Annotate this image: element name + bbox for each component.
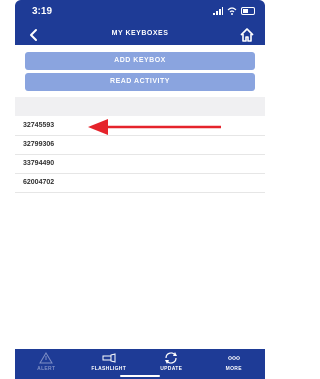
annotation-arrow — [88, 119, 221, 135]
nav-bar: MY KEYBOXES — [15, 25, 265, 45]
tab-label: ALERT — [37, 366, 56, 372]
signal-icon — [213, 7, 223, 15]
keybox-list-item[interactable]: 32799306 — [15, 136, 265, 155]
annotation-arrow-head — [88, 119, 108, 135]
battery-icon — [241, 7, 255, 15]
more-icon — [227, 356, 240, 360]
tab-alert[interactable]: ALERT — [15, 349, 78, 379]
flashlight-icon — [102, 353, 116, 363]
section-header — [15, 97, 265, 116]
alert-triangle-icon — [39, 352, 54, 364]
keybox-list-item[interactable]: 62004702 — [15, 174, 265, 193]
status-time: 3:19 — [32, 6, 53, 17]
update-icon — [165, 352, 178, 364]
status-bar: 3:19 — [15, 0, 265, 25]
tab-more[interactable]: MORE — [203, 349, 266, 379]
tab-label: FLASHLIGHT — [91, 366, 127, 372]
tab-label: UPDATE — [160, 366, 183, 372]
page-title: MY KEYBOXES — [111, 30, 169, 37]
read-activity-button[interactable]: READ ACTIVITY — [25, 73, 255, 91]
tab-label: MORE — [225, 366, 242, 372]
home-icon[interactable] — [239, 27, 255, 43]
wifi-icon — [227, 7, 237, 15]
add-keybox-button[interactable]: ADD KEYBOX — [25, 52, 255, 70]
status-icons — [213, 5, 255, 17]
home-indicator — [120, 375, 160, 377]
keybox-list-item[interactable]: 33794490 — [15, 155, 265, 174]
